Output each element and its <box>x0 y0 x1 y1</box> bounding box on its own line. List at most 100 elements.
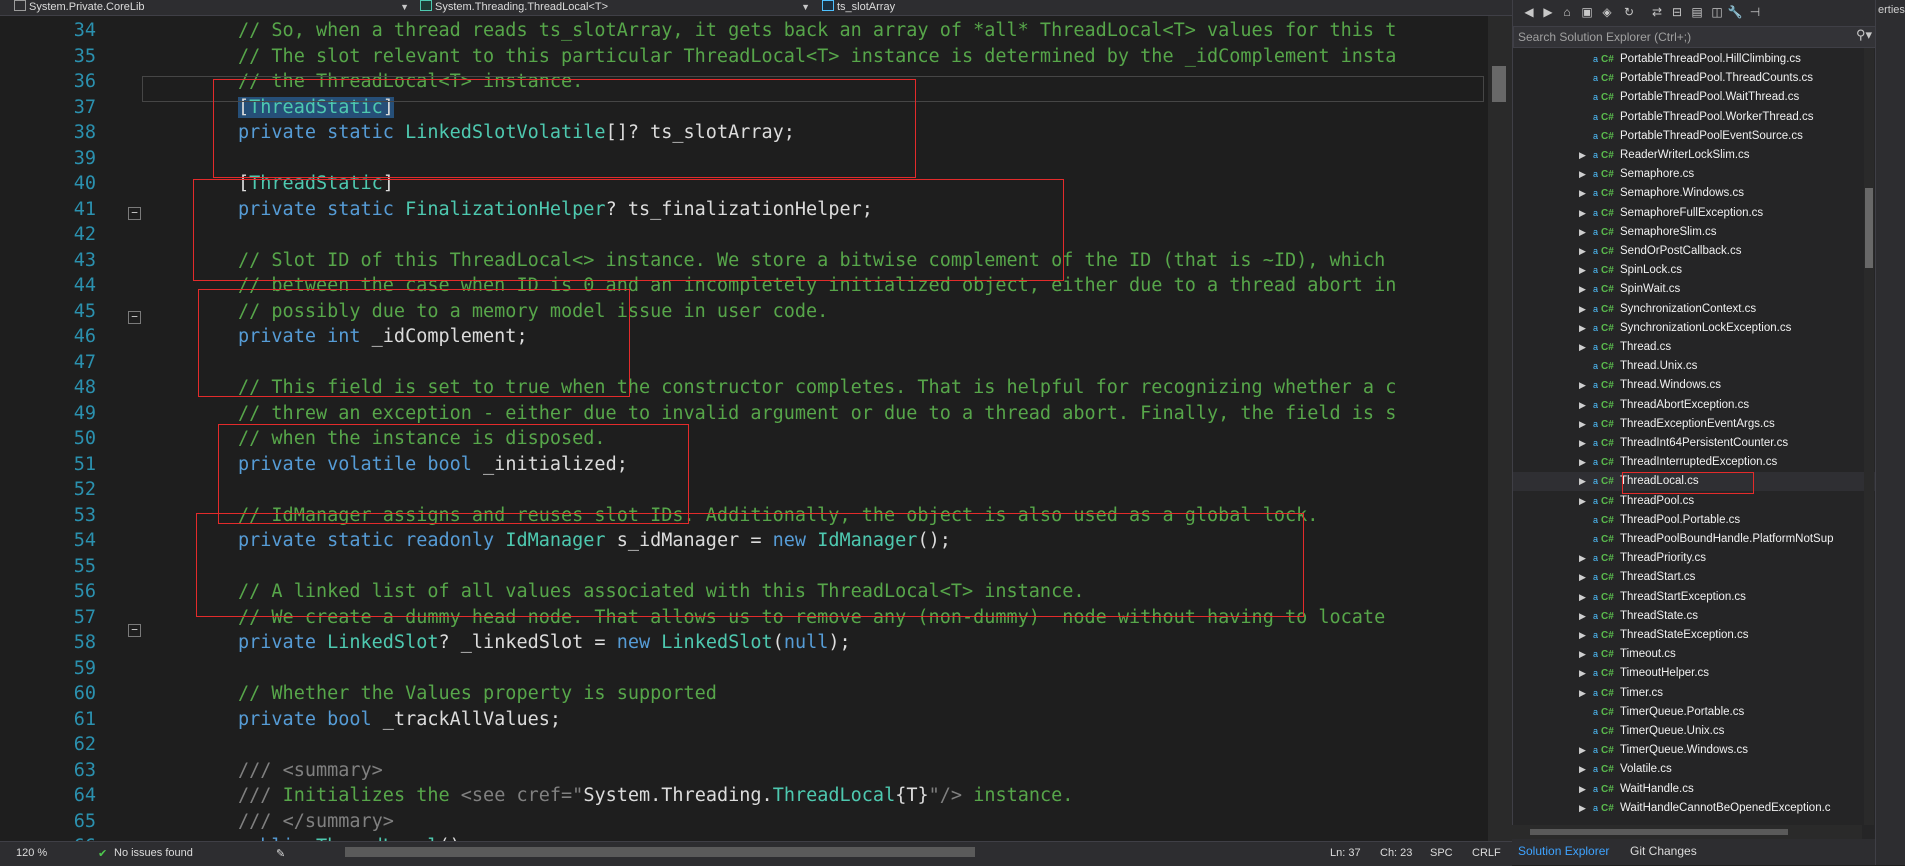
expand-arrow-icon[interactable]: ▶ <box>1579 184 1586 203</box>
tree-item[interactable]: ▶ a C# ThreadPriority.cs <box>1513 549 1905 568</box>
tree-item[interactable]: a C# TimerQueue.Unix.cs <box>1513 722 1905 741</box>
tree-item[interactable]: ▶ a C# SemaphoreSlim.cs <box>1513 223 1905 242</box>
tree-item[interactable]: ▶ a C# Semaphore.Windows.cs <box>1513 184 1905 203</box>
editor-horizontal-scroll-thumb[interactable] <box>345 847 975 857</box>
expand-arrow-icon[interactable]: ▶ <box>1579 319 1586 338</box>
switch-views-icon[interactable]: ▣ <box>1579 5 1595 20</box>
tree-item[interactable]: ▶ a C# Thread.cs <box>1513 338 1905 357</box>
expand-arrow-icon[interactable]: ▶ <box>1579 261 1586 280</box>
tree-item[interactable]: a C# PortableThreadPoolEventSource.cs <box>1513 127 1905 146</box>
tree-item[interactable]: a C# PortableThreadPool.WaitThread.cs <box>1513 88 1905 107</box>
tree-item[interactable]: a C# ThreadPool.Portable.cs <box>1513 511 1905 530</box>
expand-arrow-icon[interactable]: ▶ <box>1579 396 1586 415</box>
expand-arrow-icon[interactable]: ▶ <box>1579 415 1586 434</box>
tree-item[interactable]: ▶ a C# TimeoutHelper.cs <box>1513 664 1905 683</box>
expand-arrow-icon[interactable]: ▶ <box>1579 568 1586 587</box>
solution-explorer-hscroll-thumb[interactable] <box>1530 829 1788 835</box>
tree-item[interactable]: ▶ a C# SynchronizationLockException.cs <box>1513 319 1905 338</box>
issues-status[interactable]: No issues found <box>114 847 193 859</box>
tree-item[interactable]: ▶ a C# ThreadStateException.cs <box>1513 626 1905 645</box>
tree-item[interactable]: ▶ a C# Timeout.cs <box>1513 645 1905 664</box>
tree-item[interactable]: a C# PortableThreadPool.WorkerThread.cs <box>1513 108 1905 127</box>
tree-item[interactable]: ▶ a C# WaitHandle.cs <box>1513 780 1905 799</box>
expand-arrow-icon[interactable]: ▶ <box>1579 626 1586 645</box>
sync-icon[interactable]: ⇄ <box>1649 5 1665 20</box>
tree-item[interactable]: a C# PortableThreadPool.ThreadCounts.cs <box>1513 69 1905 88</box>
search-icon[interactable]: ⚲▾ <box>1856 27 1872 43</box>
properties-tab-label[interactable]: erties <box>1878 4 1905 16</box>
tree-item[interactable]: ▶ a C# Semaphore.cs <box>1513 165 1905 184</box>
tree-item[interactable]: ▶ a C# ThreadStartException.cs <box>1513 588 1905 607</box>
editor-vertical-scrollbar[interactable] <box>1488 16 1512 841</box>
expand-arrow-icon[interactable]: ▶ <box>1579 453 1586 472</box>
solution-explorer-vertical-scrollbar[interactable] <box>1864 48 1874 825</box>
line-ending[interactable]: CRLF <box>1472 847 1501 859</box>
code-line[interactable]: public ThreadLocal() <box>238 834 461 841</box>
expand-arrow-icon[interactable]: ▶ <box>1579 549 1586 568</box>
tree-item[interactable]: ▶ a C# SendOrPostCallback.cs <box>1513 242 1905 261</box>
properties-icon[interactable]: 🔧 <box>1727 5 1743 20</box>
code-line[interactable]: /// <summary> <box>238 758 383 784</box>
tree-item[interactable]: ▶ a C# ThreadState.cs <box>1513 607 1905 626</box>
member-dropdown[interactable]: ts_slotArray <box>822 0 1222 15</box>
tree-item[interactable]: ▶ a C# ThreadInterruptedException.cs <box>1513 453 1905 472</box>
tree-item[interactable]: ▶ a C# ReaderWriterLockSlim.cs <box>1513 146 1905 165</box>
class-dropdown[interactable]: System.Threading.ThreadLocal<T> ▼ <box>420 0 810 15</box>
expand-arrow-icon[interactable]: ▶ <box>1579 588 1586 607</box>
expand-arrow-icon[interactable]: ▶ <box>1579 760 1586 779</box>
tree-item[interactable]: ▶ a C# ThreadExceptionEventArgs.cs <box>1513 415 1905 434</box>
code-line[interactable]: /// </summary> <box>238 809 394 835</box>
expand-arrow-icon[interactable]: ▶ <box>1579 664 1586 683</box>
expand-arrow-icon[interactable]: ▶ <box>1579 242 1586 261</box>
expand-arrow-icon[interactable]: ▶ <box>1579 492 1586 511</box>
zoom-level[interactable]: 120 % <box>16 847 47 859</box>
tree-item[interactable]: a C# TimerQueue.Portable.cs <box>1513 703 1905 722</box>
home-icon[interactable]: ⌂ <box>1559 5 1575 20</box>
expand-arrow-icon[interactable]: ▶ <box>1579 607 1586 626</box>
tree-item[interactable]: ▶ a C# ThreadPool.cs <box>1513 492 1905 511</box>
history-icon[interactable]: ↻ <box>1621 5 1637 20</box>
expand-arrow-icon[interactable]: ▶ <box>1579 204 1586 223</box>
pin-icon[interactable]: ⊣ <box>1747 5 1763 20</box>
tree-item[interactable]: ▶ a C# Volatile.cs <box>1513 760 1905 779</box>
code-line[interactable]: // threw an exception - either due to in… <box>238 401 1396 427</box>
expand-arrow-icon[interactable]: ▶ <box>1579 645 1586 664</box>
editor-scroll-thumb[interactable] <box>1492 66 1506 102</box>
code-line[interactable]: private bool _trackAllValues; <box>238 707 561 733</box>
expand-arrow-icon[interactable]: ▶ <box>1579 300 1586 319</box>
expand-arrow-icon[interactable]: ▶ <box>1579 338 1586 357</box>
tree-item[interactable]: ▶ a C# Timer.cs <box>1513 684 1905 703</box>
expand-arrow-icon[interactable]: ▶ <box>1579 684 1586 703</box>
code-line[interactable]: private LinkedSlot? _linkedSlot = new Li… <box>238 630 851 656</box>
preview-icon[interactable]: ◫ <box>1709 5 1725 20</box>
tree-item[interactable]: ▶ a C# SpinLock.cs <box>1513 261 1905 280</box>
tree-item[interactable]: ▶ a C# ThreadStart.cs <box>1513 568 1905 587</box>
tree-item[interactable]: ▶ a C# ThreadInt64PersistentCounter.cs <box>1513 434 1905 453</box>
solution-explorer-search[interactable]: Search Solution Explorer (Ctrl+;) <box>1513 26 1893 48</box>
tree-item[interactable]: a C# Thread.Unix.cs <box>1513 357 1905 376</box>
tree-item[interactable]: ▶ a C# SynchronizationContext.cs <box>1513 300 1905 319</box>
tree-item[interactable]: ▶ a C# ThreadAbortException.cs <box>1513 396 1905 415</box>
expand-arrow-icon[interactable]: ▶ <box>1579 799 1586 818</box>
tab-git-changes[interactable]: Git Changes <box>1630 844 1697 858</box>
tree-item[interactable]: ▶ a C# TimerQueue.Windows.cs <box>1513 741 1905 760</box>
vs-icon[interactable]: ◈ <box>1599 5 1615 20</box>
tree-item[interactable]: ▶ a C# SpinWait.cs <box>1513 280 1905 299</box>
expand-arrow-icon[interactable]: ▶ <box>1579 741 1586 760</box>
collapse-icon[interactable]: − <box>128 207 141 220</box>
tree-item[interactable]: ▶ a C# Thread.Windows.cs <box>1513 376 1905 395</box>
forward-icon[interactable]: ▶ <box>1540 5 1556 20</box>
tree-item[interactable]: a C# PortableThreadPool.HillClimbing.cs <box>1513 50 1905 69</box>
back-icon[interactable]: ◀ <box>1521 5 1537 20</box>
code-line[interactable]: // So, when a thread reads ts_slotArray,… <box>238 18 1396 44</box>
expand-arrow-icon[interactable]: ▶ <box>1579 780 1586 799</box>
expand-arrow-icon[interactable]: ▶ <box>1579 165 1586 184</box>
expand-arrow-icon[interactable]: ▶ <box>1579 472 1586 491</box>
whitespace-mode[interactable]: SPC <box>1430 847 1453 859</box>
tree-item[interactable]: ▶ a C# SemaphoreFullException.cs <box>1513 204 1905 223</box>
code-line[interactable]: // The slot relevant to this particular … <box>238 44 1396 70</box>
collapse-icon[interactable]: − <box>128 311 141 324</box>
code-line[interactable]: /// Initializes the <see cref="System.Th… <box>238 783 1073 809</box>
project-dropdown[interactable]: System.Private.CoreLib ▼ <box>14 0 409 15</box>
tree-item[interactable]: ▶ a C# WaitHandleCannotBeOpenedException.c <box>1513 799 1905 818</box>
